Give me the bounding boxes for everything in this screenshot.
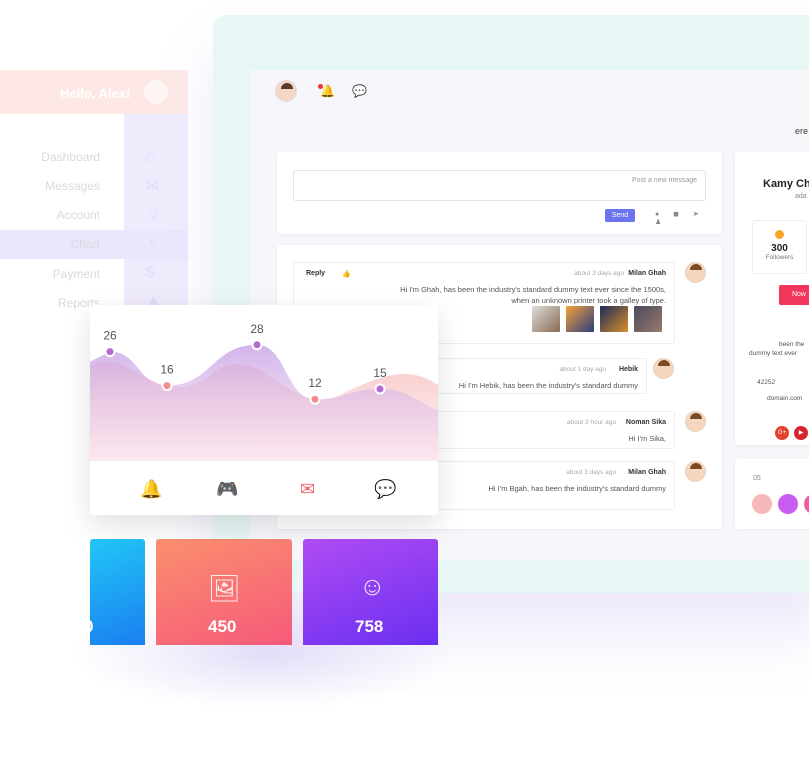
photo-thumb[interactable]: [600, 306, 628, 332]
post-noman: Noman Sika about 3 hour ago Hi I'm Sika,: [427, 411, 675, 449]
post-author[interactable]: Milan Ghah: [628, 270, 666, 277]
circle-icon[interactable]: [778, 494, 798, 514]
sidebar-avatar[interactable]: [144, 80, 168, 104]
author-avatar[interactable]: [685, 262, 706, 283]
image-icon: 🖼: [208, 573, 242, 603]
post-milan-2: Milan Ghah about 3 days ago Hi I'm Bgah,…: [427, 461, 675, 510]
profile-name: Kamy Cha: [763, 178, 809, 190]
profile-sub: ada: [795, 193, 807, 200]
sidebar-item-chart[interactable]: Chart: [71, 237, 100, 251]
post-body: Hi I'm Hebik, has been the industry's st…: [458, 381, 638, 390]
pie-chart-icon: ◔: [146, 235, 156, 252]
bell-icon[interactable]: 🔔: [320, 84, 335, 98]
user-avatar[interactable]: [275, 80, 297, 102]
post-author[interactable]: Hebik: [619, 366, 638, 373]
data-point[interactable]: [161, 380, 173, 392]
data-point[interactable]: [104, 346, 116, 358]
data-point[interactable]: [374, 383, 386, 395]
add-user-icon: ☺: [359, 571, 386, 601]
youtube-icon[interactable]: ▶: [794, 426, 808, 440]
followers-label: Followers: [765, 254, 794, 261]
bottom-count: 05: [753, 475, 761, 482]
author-avatar[interactable]: [685, 461, 706, 482]
post-time: about 3 days ago: [566, 469, 616, 476]
followers-count: 300: [771, 243, 788, 254]
stat-tile-blue[interactable]: 0: [90, 539, 145, 645]
chart-icon-bar: 🔔 🎮 ✉ 💬: [90, 460, 438, 515]
chat-icon[interactable]: 💬: [352, 84, 367, 98]
circle-icon[interactable]: [804, 494, 809, 514]
stat-tile-orange[interactable]: 🖼 450: [156, 539, 292, 645]
followers-icon: [775, 230, 784, 239]
sidebar-item-dashboard[interactable]: Dashboard: [41, 150, 100, 164]
post-hebik: Hebik about 1 day ago Hi I'm Hebik, has …: [437, 358, 647, 394]
user-icon: ☺: [146, 206, 162, 223]
post-time: about 3 hour ago: [566, 419, 616, 426]
message-input[interactable]: Post a new message: [293, 170, 706, 201]
profile-bottom-card: 05: [735, 459, 809, 529]
follow-button[interactable]: Now: [779, 285, 809, 305]
send-button[interactable]: Send: [605, 209, 635, 222]
post-body: Hi I'm Sika,: [628, 434, 666, 443]
sidebar: Hello, Alex! Dashboard Messages Account …: [0, 70, 190, 330]
dollar-icon: $: [146, 264, 155, 281]
post-author[interactable]: Noman Sika: [626, 419, 666, 426]
stat-value: 758: [355, 617, 384, 636]
home-icon: ⌂: [146, 148, 156, 165]
author-avatar[interactable]: [685, 411, 706, 432]
data-label: 15: [373, 366, 387, 380]
series-area: [90, 344, 438, 460]
profile-phone: 42252: [757, 379, 776, 386]
mail-icon: ✉: [146, 178, 159, 195]
photo-thumb[interactable]: [634, 306, 662, 332]
sidebar-item-payment[interactable]: Payment: [53, 267, 100, 281]
data-label: 16: [160, 363, 174, 377]
chart-card: 26 16 28 12 15 🔔 🎮 ✉ 💬: [90, 305, 438, 515]
post-author[interactable]: Milan Ghah: [628, 469, 666, 476]
data-label: 26: [103, 329, 117, 343]
sidebar-header: Hello, Alex!: [0, 70, 188, 114]
data-point[interactable]: [309, 393, 321, 405]
post-body: Hi I'm Bgah, has been the industry's sta…: [488, 484, 666, 493]
post-time: about 1 day ago: [559, 366, 606, 373]
data-point[interactable]: [251, 339, 263, 351]
like-icon[interactable]: 👍: [342, 270, 351, 278]
data-label: 12: [308, 376, 322, 390]
attachment-icons[interactable]: ● ◼ ➤ ♟: [655, 210, 722, 226]
bell-icon[interactable]: 🔔: [140, 479, 162, 500]
author-avatar[interactable]: [653, 358, 674, 379]
sidebar-item-account[interactable]: Account: [57, 208, 100, 222]
topbar-text: ere: [795, 126, 809, 136]
reply-button[interactable]: Reply: [306, 270, 325, 277]
stat-tile-purple[interactable]: ☺ 758: [303, 539, 438, 645]
photo-thumb[interactable]: [532, 306, 560, 332]
post-body: Hi I'm Ghah, has been the industry's sta…: [400, 285, 666, 305]
stage: 🔔 💬 ere Post a new message Send ● ◼ ➤ ♟ …: [0, 0, 809, 757]
profile-card: Kamy Cha ada 300 Followers Now been the …: [735, 152, 809, 445]
stat-value: 0: [90, 617, 93, 637]
sidebar-item-messages[interactable]: Messages: [45, 179, 100, 193]
profile-email[interactable]: domain.com: [767, 394, 802, 403]
stat-value: 450: [208, 617, 237, 636]
chat-icon[interactable]: 💬: [374, 479, 396, 500]
photo-thumb[interactable]: [566, 306, 594, 332]
data-label: 28: [250, 322, 264, 336]
profile-bio-2: dummy text ever: [749, 350, 798, 357]
followers-box: 300 Followers: [752, 220, 807, 274]
greeting: Hello, Alex!: [60, 86, 131, 101]
mail-icon[interactable]: ✉: [300, 479, 315, 500]
compose-card: Post a new message Send ● ◼ ➤ ♟: [277, 152, 722, 234]
post-time: about 3 days ago: [574, 270, 624, 277]
gamepad-icon[interactable]: 🎮: [216, 479, 238, 500]
circle-icon[interactable]: [752, 494, 772, 514]
profile-bio-1: been the: [779, 341, 805, 348]
google-plus-icon[interactable]: G+: [775, 426, 789, 440]
area-chart: 26 16 28 12 15: [90, 322, 438, 460]
